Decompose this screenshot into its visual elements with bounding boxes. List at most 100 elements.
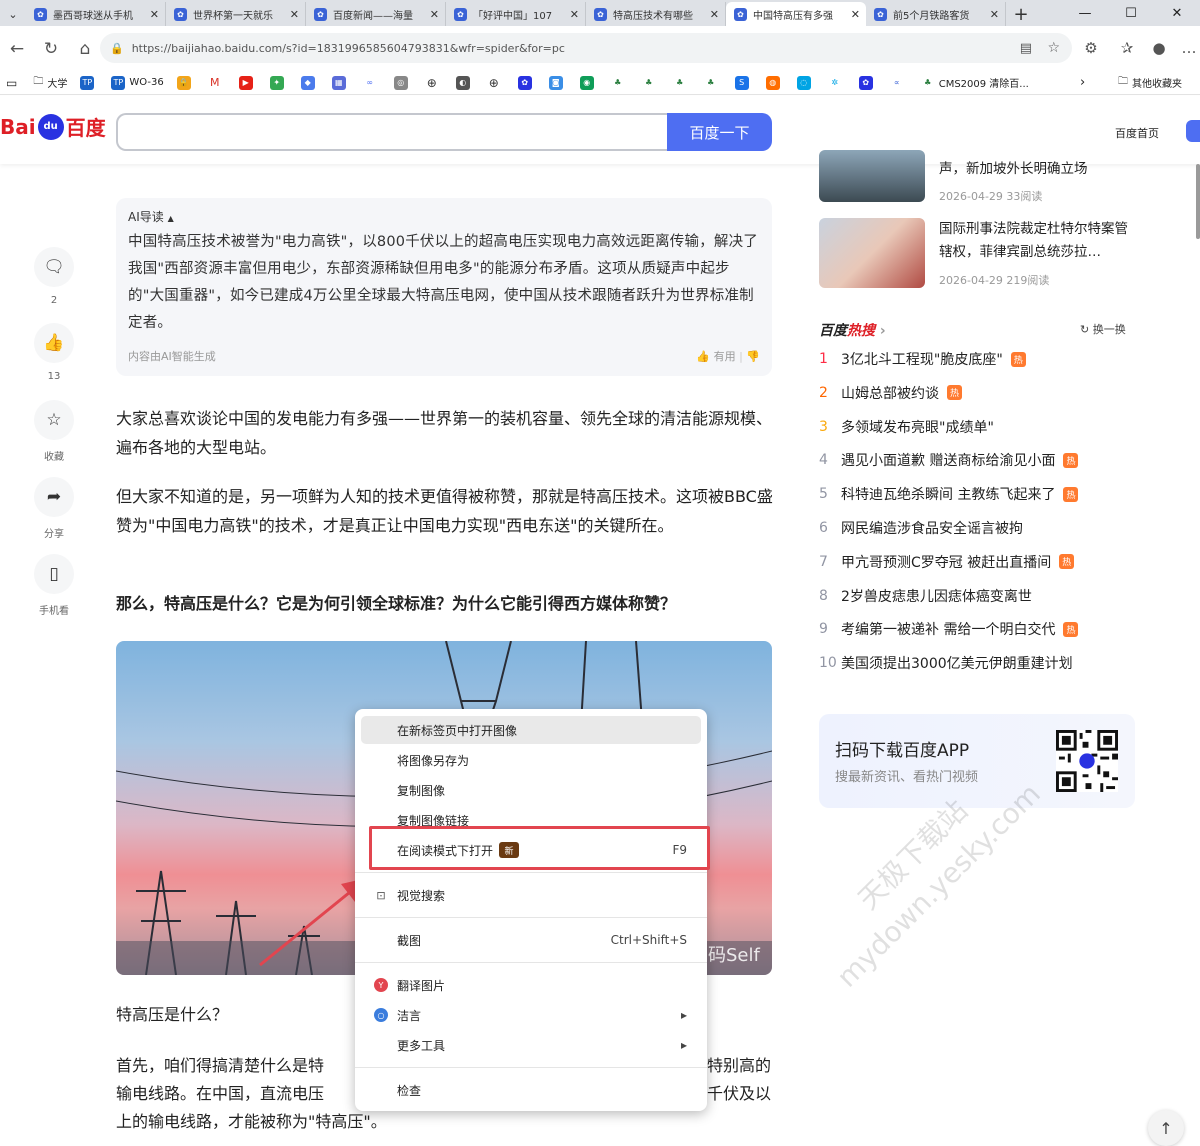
bookmark-item[interactable]: ◙ [548,75,567,90]
hot-search-item[interactable]: 9 考编第一被递补 需给一个明白交代热 [819,617,1079,641]
tab[interactable]: ✿ 墨西哥球迷从手机 ✕ [26,2,166,26]
back-arrow-icon[interactable]: ← [0,32,34,66]
tab[interactable]: ✿ 百度新闻——海量 ✕ [306,2,446,26]
sidebar-news-item[interactable]: 国际刑事法院裁定杜特尔特案管辖权，菲律宾副总统莎拉… 2026-04-29 21… [819,218,1139,290]
bookmark-item[interactable]: ◉ [579,75,598,90]
favorites-icon[interactable]: ✰ [1114,35,1140,61]
comment-action[interactable]: 🗨 2 [34,247,74,306]
bookmark-item[interactable]: ◎ [393,75,412,90]
menu-item-jieyan[interactable]: ○ 洁言 ▸ [361,1001,701,1029]
bookmark-item[interactable]: ✿ [858,75,877,90]
bookmark-item[interactable]: ♣ [703,75,722,90]
bookmark-item[interactable]: ✲ [827,75,846,90]
bookmark-item[interactable]: 🔒 [176,75,195,90]
sidebar-news-item[interactable]: 声，新加坡外长明确立场 2026-04-29 33阅读 [819,150,1139,206]
other-bookmarks[interactable]: 🗀 其他收藏夹 [1118,74,1182,91]
bookmark-item[interactable]: ◆ [300,75,319,90]
extensions-icon[interactable]: ⚙ [1078,35,1104,61]
tab-menu-chevron-icon[interactable]: ⌄ [0,2,26,26]
reader-mode-icon[interactable]: ▤ [1020,41,1032,56]
hot-search-item[interactable]: 4 遇见小面道歉 赠送商标给渝见小面热 [819,448,1079,472]
hot-search-item[interactable]: 6 网民编造涉食品安全谣言被拘 [819,516,1023,540]
share-action[interactable]: ➦ 分享 [34,477,74,540]
hot-search-item[interactable]: 1 3亿北斗工程现"脆皮底座" 热 [819,347,1026,371]
tab[interactable]: ✿ 世界杯第一天就乐 ✕ [166,2,306,26]
search-button[interactable]: 百度一下 [667,113,772,151]
close-icon[interactable]: ✕ [710,8,719,21]
menu-item-more-tools[interactable]: 更多工具 ▸ [361,1031,701,1059]
bookmark-item[interactable]: ▶ [238,75,257,90]
new-tab-plus-icon[interactable]: + [1006,2,1036,26]
bookmark-item[interactable]: ⊕ [424,75,443,90]
tab[interactable]: ✿ 特高压技术有哪些 ✕ [586,2,726,26]
bookmark-item[interactable]: ∝ [889,75,908,90]
bookmark-item[interactable]: ∞ [362,75,381,90]
bookmark-item[interactable]: ◍ [765,75,784,90]
ai-summary-title[interactable]: AI导读 ▲ [128,208,760,225]
menu-item-copy-image[interactable]: 复制图像 [361,776,701,804]
login-button-edge[interactable] [1186,120,1200,142]
hot-search-item[interactable]: 3 多领域发布亮眼"成绩单" [819,415,994,439]
bookmark-toggle-icon[interactable]: ▭ [6,76,17,90]
hot-search-title[interactable]: 百度热搜 › [819,320,886,340]
bookmark-item[interactable]: ♣ [610,75,629,90]
favorite-star-icon[interactable]: ☆ [1047,40,1060,56]
tab[interactable]: ✿ 「好评中国」107 ✕ [446,2,586,26]
hot-search-item[interactable]: 2 山姆总部被约谈热 [819,381,962,405]
favorite-action[interactable]: ☆ 收藏 [34,400,74,463]
reload-icon[interactable]: ↻ [34,32,68,66]
bookmark-item[interactable]: ◐ [455,75,474,90]
search-input[interactable] [116,113,668,151]
menu-item-screenshot[interactable]: 截图 Ctrl+Shift+S [361,926,701,954]
hot-search-item[interactable]: 8 2岁兽皮痣患儿因痣体癌变离世 [819,584,1032,608]
bookmark-item[interactable]: ♣ [641,75,660,90]
bookmark-item[interactable]: S [734,75,753,90]
bookmark-item[interactable]: TP [80,75,98,90]
minimize-icon[interactable]: — [1062,0,1108,26]
tab[interactable]: ✿ 前5个月铁路客货 ✕ [866,2,1006,26]
like-action[interactable]: 👍 13 [34,323,74,382]
baidu-home-link[interactable]: 百度首页 [1115,125,1159,141]
menu-item-translate-image[interactable]: Y 翻译图片 [361,971,701,999]
thumbs-up-icon[interactable]: 👍 [696,350,710,363]
close-icon[interactable]: ✕ [990,8,999,21]
menu-item-inspect[interactable]: 检查 [361,1076,701,1104]
app-icon: ◍ [765,75,780,90]
hot-search-item[interactable]: 7 甲亢哥预测C罗夺冠 被赶出直播间热 [819,550,1075,574]
window-close-icon[interactable]: ✕ [1154,0,1200,26]
page-scrollbar[interactable] [1196,164,1200,239]
close-icon[interactable]: ✕ [851,8,860,21]
thumbs-down-icon[interactable]: 👎 [746,350,760,363]
url-field[interactable]: 🔒 https://baijiahao.baidu.com/s?id=18319… [100,33,1072,63]
close-icon[interactable]: ✕ [150,8,159,21]
hot-search-item[interactable]: 5 科特迪瓦绝杀瞬间 主教练飞起来了热 [819,482,1079,506]
profile-avatar-icon[interactable]: ● [1146,35,1172,61]
bookmark-item[interactable]: TP WO-36 [111,75,164,90]
scroll-to-top-button[interactable]: ↑ [1148,1110,1184,1146]
bookmark-item[interactable]: M [207,75,226,90]
baidu-logo[interactable]: Bai du 百度 [0,112,106,141]
more-menu-icon[interactable]: … [1176,35,1200,61]
bookmark-item[interactable]: ◌ [796,75,815,90]
bookmarks-overflow-chevron-icon[interactable]: › [1080,75,1085,90]
bookmark-item[interactable]: ✿ [517,75,536,90]
bookmark-item[interactable]: ♣ CMS2009 清除百... [920,75,1029,90]
menu-item-open-image-new-tab[interactable]: 在新标签页中打开图像 [361,716,701,744]
refresh-button[interactable]: ↻ 换一换 [1080,321,1126,337]
bookmark-item[interactable]: 🗀 大学 [33,74,67,91]
bookmark-item[interactable]: ✦ [269,75,288,90]
home-icon[interactable]: ⌂ [68,32,102,66]
close-icon[interactable]: ✕ [430,8,439,21]
bookmark-item[interactable]: ⊕ [486,75,505,90]
tab-active[interactable]: ✿ 中国特高压有多强 ✕ [726,2,866,26]
maximize-icon[interactable]: ☐ [1108,0,1154,26]
close-icon[interactable]: ✕ [290,8,299,21]
bookmark-item[interactable]: ▦ [331,75,350,90]
mobile-view-action[interactable]: ▯ 手机看 [34,554,74,617]
menu-item-visual-search[interactable]: ⊡ 视觉搜索 [361,881,701,909]
useful-button[interactable]: 有用 [714,350,736,363]
menu-item-save-image[interactable]: 将图像另存为 [361,746,701,774]
bookmark-item[interactable]: ♣ [672,75,691,90]
hot-search-item[interactable]: 10 美国须提出3000亿美元伊朗重建计划 [819,651,1073,675]
close-icon[interactable]: ✕ [570,8,579,21]
